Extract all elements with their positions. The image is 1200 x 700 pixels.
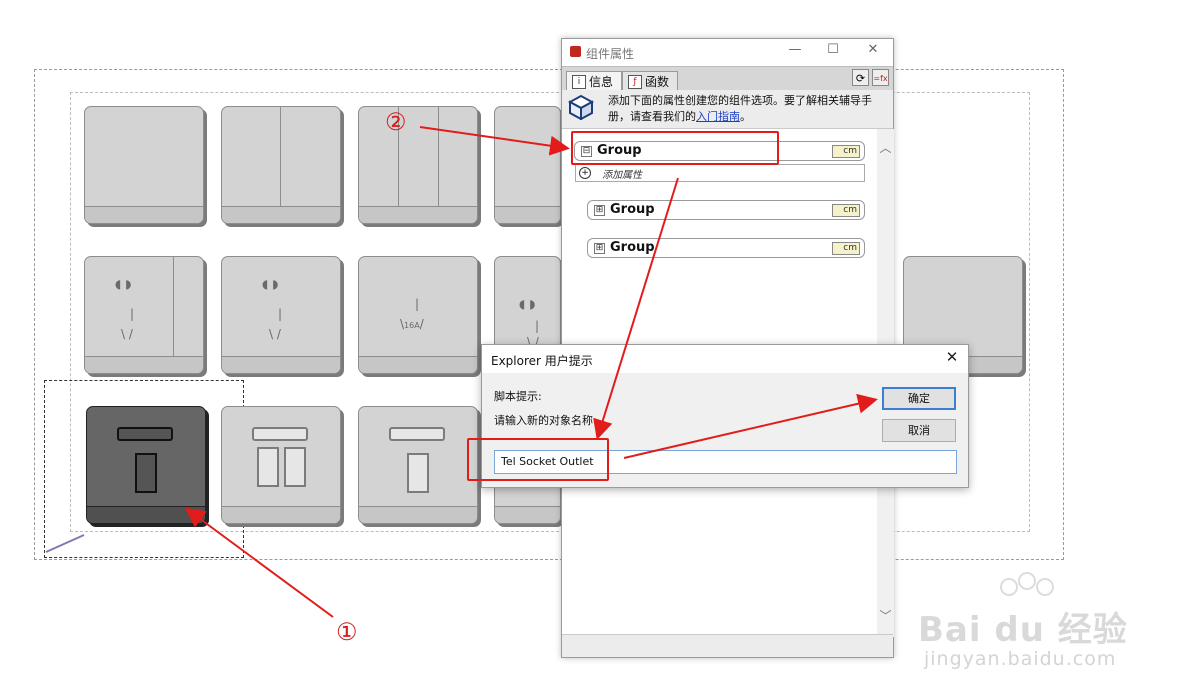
step-2-marker: ② (385, 108, 407, 136)
baidu-paw-icon (1000, 578, 1018, 596)
arrow-input-to-ok (623, 393, 878, 459)
arrow-group-to-input (593, 177, 679, 440)
annotation-arrows (45, 126, 878, 618)
step-1-marker: ① (336, 618, 358, 646)
arrow-step-1-to-socket (184, 507, 334, 618)
scene-axis-line (45, 534, 85, 553)
arrow-step-2-to-group (419, 126, 570, 156)
watermark-url: jingyan.baidu.com (924, 648, 1117, 670)
baidu-watermark-logo: Bai du 经验 (918, 610, 1128, 650)
